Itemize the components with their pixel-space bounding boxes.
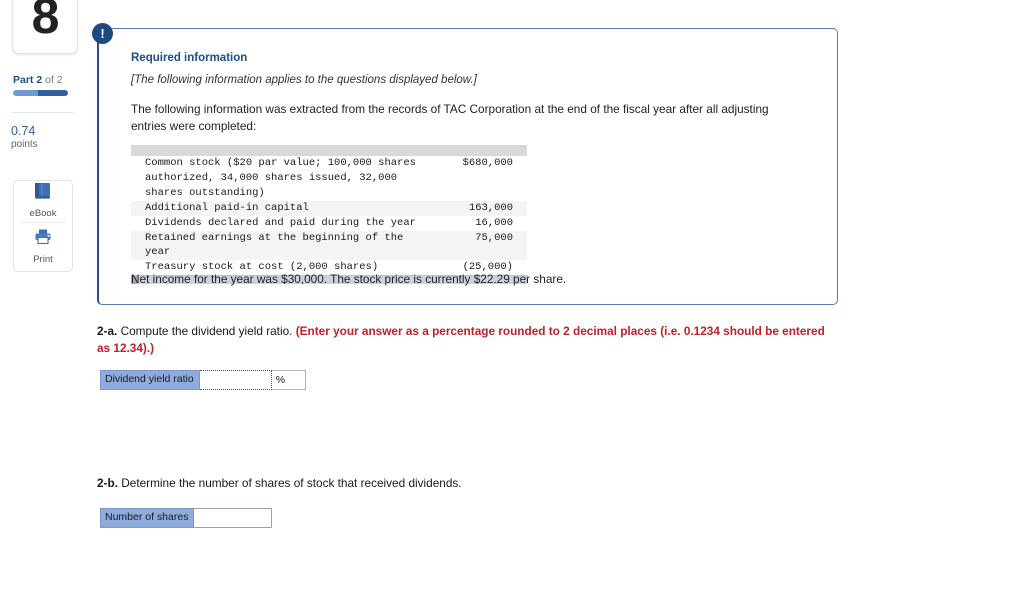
sidebar-divider	[12, 112, 74, 113]
points-label: points	[11, 139, 38, 150]
exclamation-glyph: !	[100, 26, 105, 41]
net-income-note: Net income for the year was $30,000. The…	[131, 272, 567, 286]
part-indicator-current: Part 2	[13, 74, 43, 86]
table-body: Common stock ($20 par value; 100,000 sha…	[131, 156, 527, 276]
table-cell-amount: 75,000	[432, 230, 527, 261]
question-2a: 2-a. Compute the dividend yield ratio. (…	[97, 323, 837, 357]
table-cell-description: Dividends declared and paid during the y…	[131, 215, 432, 231]
ebook-button[interactable]: eBook	[14, 182, 72, 219]
question-2a-label: 2-a.	[97, 324, 118, 338]
tools-card-divider	[20, 222, 66, 223]
number-of-shares-label: Number of shares	[100, 508, 195, 528]
ebook-icon	[33, 182, 53, 205]
progress-segment-current	[38, 90, 68, 96]
exclamation-icon: !	[92, 23, 113, 44]
table-header-bar	[131, 145, 527, 156]
dividend-yield-ratio-input[interactable]	[199, 370, 272, 390]
question-2b-prompt: Determine the number of shares of stock …	[117, 476, 462, 490]
question-number-card: 8	[12, 0, 78, 54]
print-label: Print	[33, 254, 53, 265]
question-number: 8	[31, 0, 60, 44]
part-indicator: Part 2 of 2	[13, 74, 63, 86]
percent-suffix: %	[271, 370, 306, 390]
table-cell-description: Additional paid-in capital	[131, 200, 432, 216]
number-of-shares-input[interactable]	[194, 508, 273, 528]
ebook-label: eBook	[29, 208, 57, 219]
page-root: 8 Part 2 of 2 0.74 points eBook Print ! …	[0, 0, 1024, 601]
table-cell-amount: 163,000	[432, 200, 527, 216]
table-cell-amount: $680,000	[432, 156, 527, 201]
answer-row-2b: Number of shares	[100, 508, 273, 528]
table-cell-description: Common stock ($20 par value; 100,000 sha…	[131, 156, 432, 201]
question-2b: 2-b. Determine the number of shares of s…	[97, 475, 837, 492]
answer-row-2a: Dividend yield ratio %	[100, 370, 306, 390]
progress-segment-completed	[13, 90, 39, 96]
required-information-subtitle: [The following information applies to th…	[131, 74, 477, 86]
question-2b-text: 2-b. Determine the number of shares of s…	[97, 475, 837, 492]
financial-data-table: Common stock ($20 par value; 100,000 sha…	[131, 145, 527, 285]
points-value: 0.74	[11, 124, 36, 138]
table-cell-amount: 16,000	[432, 215, 527, 231]
sidebar: 8 Part 2 of 2 0.74 points eBook Print	[0, 0, 90, 601]
question-2b-label: 2-b.	[97, 476, 118, 490]
required-information-body: The following information was extracted …	[131, 102, 769, 134]
table-row: Retained earnings at the beginning of th…	[131, 230, 527, 261]
printer-icon	[33, 228, 53, 251]
table-row: Dividends declared and paid during the y…	[131, 215, 527, 231]
print-button[interactable]: Print	[14, 228, 72, 265]
question-2a-prompt: Compute the dividend yield ratio.	[117, 324, 296, 338]
table-row: Common stock ($20 par value; 100,000 sha…	[131, 156, 527, 201]
table-cell-description: Retained earnings at the beginning of th…	[131, 230, 432, 261]
required-information-title: Required information	[131, 52, 248, 64]
part-indicator-total: of 2	[45, 74, 63, 86]
part-progress-bar	[13, 90, 68, 96]
question-2a-text: 2-a. Compute the dividend yield ratio. (…	[97, 323, 837, 357]
table-row: Additional paid-in capital 163,000	[131, 200, 527, 216]
dividend-yield-ratio-label: Dividend yield ratio	[100, 370, 200, 390]
